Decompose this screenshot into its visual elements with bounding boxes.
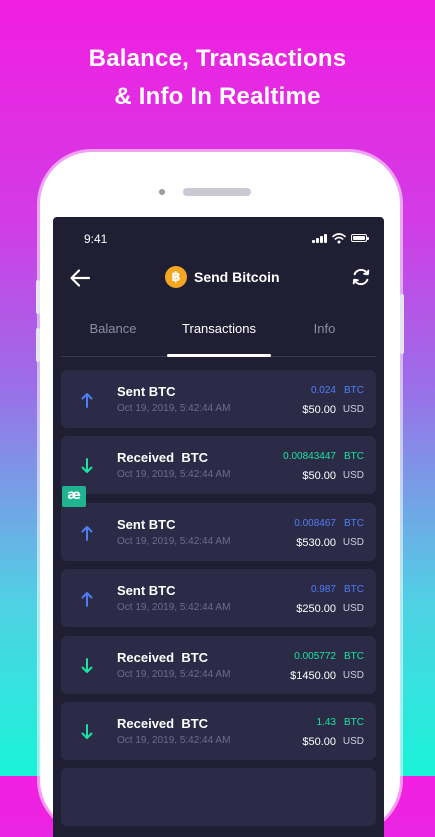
arrow-up-icon [81, 393, 93, 408]
btc-unit: BTC [344, 385, 364, 396]
usd-unit: USD [342, 603, 364, 614]
transaction-date: Oct 19, 2019, 5:42:44 AM [117, 669, 231, 680]
btc-unit: BTC [344, 518, 364, 529]
transaction-row[interactable]: Sent BTC Oct 19, 2019, 5:42:44 AM 0.987 … [61, 569, 376, 627]
transaction-date: Oct 19, 2019, 5:42:44 AM [117, 403, 231, 414]
app-title: Send Bitcoin [194, 269, 280, 285]
app-title-group: ฿ Send Bitcoin [165, 265, 280, 289]
bitcoin-coin-icon: ฿ [165, 266, 187, 288]
app-bar: ฿ Send Bitcoin [53, 257, 384, 301]
usd-amount: $50.00 [302, 470, 336, 482]
btc-amount: 0.00843447 [283, 451, 336, 462]
btc-unit: BTC [344, 584, 364, 595]
phone-camera [159, 189, 165, 195]
active-tab-indicator [167, 354, 271, 357]
transaction-date: Oct 19, 2019, 5:42:44 AM [117, 469, 231, 480]
transaction-title: Sent BTC [117, 583, 176, 598]
headline-line-2: & Info In Realtime [114, 83, 321, 110]
usd-unit: USD [342, 736, 364, 747]
ae-badge-icon: æ [62, 486, 86, 507]
transaction-title: Received BTC [117, 716, 209, 731]
transaction-row[interactable]: Received BTC Oct 19, 2019, 5:42:44 AM 1.… [61, 702, 376, 760]
status-bar: 9:41 [53, 217, 384, 257]
battery-icon [351, 234, 369, 242]
transaction-date: Oct 19, 2019, 5:42:44 AM [117, 602, 231, 613]
tab-bar: Balance Transactions Info [61, 312, 376, 358]
status-time: 9:41 [84, 232, 108, 246]
transaction-row[interactable]: Sent BTC Oct 19, 2019, 5:42:44 AM 0.0084… [61, 503, 376, 561]
usd-unit: USD [342, 404, 364, 415]
arrow-up-icon [81, 526, 93, 541]
phone-power-button [400, 294, 404, 354]
usd-unit: USD [342, 670, 364, 681]
btc-amount: 0.008467 [294, 518, 336, 529]
signal-icon [312, 234, 328, 243]
headline-line-1: Balance, Transactions [88, 45, 347, 72]
transaction-row[interactable]: Sent BTC Oct 19, 2019, 5:42:44 AM 0.024 … [61, 370, 376, 428]
arrow-up-icon [81, 592, 93, 607]
tab-info[interactable]: Info [273, 312, 376, 346]
phone-side-button [36, 328, 40, 362]
transaction-row[interactable]: Received BTC Oct 19, 2019, 5:42:44 AM 0.… [61, 436, 376, 494]
usd-amount: $50.00 [302, 404, 336, 416]
app-screen: 9:41 ฿ Send Bitcoin Balance Transactions… [53, 217, 384, 837]
usd-unit: USD [342, 537, 364, 548]
btc-amount: 1.43 [316, 717, 336, 728]
phone-frame: 9:41 ฿ Send Bitcoin Balance Transactions… [36, 152, 404, 837]
transaction-row[interactable]: Received BTC Oct 19, 2019, 5:42:44 AM 0.… [61, 636, 376, 694]
usd-amount: $530.00 [296, 537, 336, 549]
transaction-title: Sent BTC [117, 384, 176, 399]
transaction-row-partial[interactable] [61, 768, 376, 826]
btc-amount: 0.005772 [294, 651, 336, 662]
phone-side-button [36, 280, 40, 314]
arrow-down-icon [81, 724, 93, 739]
wifi-icon [332, 233, 346, 244]
btc-unit: BTC [344, 451, 364, 462]
usd-amount: $1450.00 [290, 670, 336, 682]
tab-balance[interactable]: Balance [61, 312, 165, 346]
transaction-date: Oct 19, 2019, 5:42:44 AM [117, 536, 231, 547]
phone-speaker [183, 188, 251, 196]
btc-unit: BTC [344, 717, 364, 728]
arrow-down-icon [81, 458, 93, 473]
tab-transactions[interactable]: Transactions [167, 312, 271, 346]
transaction-title: Received BTC [117, 650, 209, 665]
usd-amount: $250.00 [296, 603, 336, 615]
arrow-left-icon[interactable] [67, 265, 93, 291]
usd-unit: USD [342, 470, 364, 481]
promo-headline: Balance, Transactions & Info In Realtime [0, 40, 435, 116]
transaction-title: Sent BTC [117, 517, 176, 532]
arrow-down-icon [81, 658, 93, 673]
btc-amount: 0.024 [310, 385, 336, 396]
usd-amount: $50.00 [302, 736, 336, 748]
btc-amount: 0.987 [310, 584, 336, 595]
transaction-date: Oct 19, 2019, 5:42:44 AM [117, 735, 231, 746]
btc-unit: BTC [344, 651, 364, 662]
transaction-title: Received BTC [117, 450, 209, 465]
refresh-icon[interactable] [350, 266, 372, 288]
